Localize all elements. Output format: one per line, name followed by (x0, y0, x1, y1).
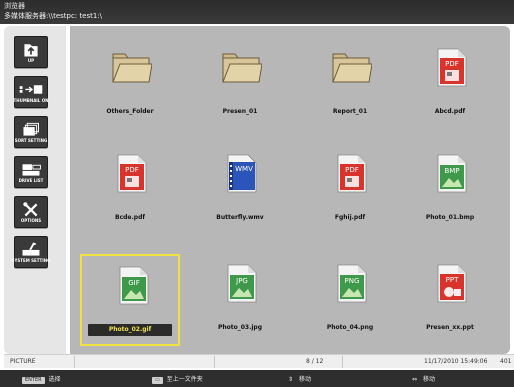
drive-list-button[interactable]: DRIVE LIST (14, 156, 48, 188)
image-file-icon: PNG (337, 264, 367, 303)
file-item[interactable]: PPT Presen_xx.ppt (400, 254, 500, 346)
file-name: Photo_02.gif (88, 324, 172, 336)
folder-icon (332, 53, 372, 83)
hint-select: ENTER 选择 (22, 374, 61, 384)
svg-text:PDF: PDF (445, 60, 459, 68)
file-name: Photo_01.bmp (425, 214, 475, 221)
system-setting-label: SYSTEM SETTING (11, 258, 51, 263)
system-setting-icon (22, 242, 40, 256)
hint-move-vertical: ⇕ 移动 (288, 374, 311, 383)
options-label: OPTIONS (20, 218, 42, 223)
file-item[interactable]: Others_Folder (80, 38, 180, 130)
file-item[interactable]: BMP Photo_01.bmp (400, 144, 500, 236)
file-name: Report_01 (332, 108, 368, 115)
svg-text:PPT: PPT (446, 276, 459, 284)
file-name: Photo_04.png (326, 324, 374, 331)
file-item[interactable]: JPG Photo_03.jpg (190, 254, 290, 346)
sort-icon (23, 122, 39, 136)
file-name: Abcd.pdf (434, 108, 466, 115)
status-bar: PICTURE 8 / 12 11/17/2010 15:49:06 401 (4, 354, 514, 368)
file-name: Butterfly.wmv (216, 214, 264, 221)
thumbnail-label: THUMBNAIL ON (13, 98, 49, 103)
file-name: Bcde.pdf (115, 214, 145, 221)
file-item[interactable]: Presen_01 (190, 38, 290, 130)
item-position: 8 / 12 (306, 358, 324, 365)
status-extra: 401 (500, 358, 512, 365)
file-item[interactable]: PDF Bcde.pdf (80, 144, 180, 236)
drive-list-icon (22, 164, 41, 176)
file-name: Photo_03.jpg (217, 324, 263, 331)
file-item[interactable]: PDF Fghij.pdf (300, 144, 400, 236)
status-divider (214, 356, 215, 368)
pdf-file-icon: PDF (117, 154, 147, 193)
hint-move-horizontal: ⇔ 移动 (412, 374, 435, 383)
svg-text:BMP: BMP (444, 167, 459, 175)
file-name: Presen_01 (222, 108, 258, 115)
folder-up-icon (24, 44, 38, 57)
up-button[interactable]: UP (14, 36, 48, 68)
sort-setting-label: SORT SETTING (14, 138, 48, 143)
file-item[interactable]: PDF Abcd.pdf (400, 38, 500, 130)
hint-text: 移动 (423, 376, 436, 383)
window-title: 浏览器 (4, 2, 25, 10)
hint-text: 选择 (48, 376, 61, 383)
pdf-file-icon: PDF (337, 154, 367, 193)
system-setting-button[interactable]: SYSTEM SETTING (12, 236, 50, 268)
options-button[interactable]: OPTIONS (14, 196, 48, 228)
file-item-selected[interactable]: GIF Photo_02.gif (80, 254, 180, 346)
hint-parent-folder: ▭ 至上一文件夹 (152, 374, 203, 384)
datetime: 11/17/2010 15:49:06 (424, 358, 488, 365)
current-path: 多媒体服务器:\\testpc: test1:\ (4, 12, 103, 20)
enter-key-icon: ENTER (22, 377, 45, 384)
svg-text:GIF: GIF (128, 279, 140, 287)
thumbnail-icon (19, 85, 43, 94)
thumbnail-button[interactable]: THUMBNAIL ON (14, 76, 48, 108)
svg-text:WMV: WMV (235, 165, 253, 173)
back-key-icon: ▭ (152, 377, 163, 384)
status-divider (74, 356, 75, 368)
file-item[interactable]: WMV Butterfly.wmv (190, 144, 290, 236)
file-item[interactable]: Report_01 (300, 38, 400, 130)
file-grid: Others_Folder Presen_01 Report_01 PDF Ab… (70, 26, 510, 354)
ppt-file-icon: PPT (437, 264, 467, 303)
file-name: Fghij.pdf (334, 214, 366, 221)
hint-text: 移动 (299, 376, 312, 383)
video-file-icon: WMV (227, 154, 257, 193)
svg-text:PDF: PDF (345, 166, 359, 174)
up-label: UP (27, 58, 35, 63)
hint-bar: ENTER 选择 ▭ 至上一文件夹 ⇕ 移动 ⇔ 移动 (0, 370, 514, 387)
title-bar: 浏览器 多媒体服务器:\\testpc: test1:\ (0, 0, 514, 24)
file-item[interactable]: PNG Photo_04.png (300, 254, 400, 346)
sort-setting-button[interactable]: SORT SETTING (14, 116, 48, 148)
image-file-icon: GIF (119, 266, 149, 305)
drive-list-label: DRIVE LIST (18, 178, 44, 183)
up-down-icon: ⇕ (288, 376, 294, 383)
pdf-file-icon: PDF (437, 48, 467, 87)
category-label: PICTURE (10, 358, 36, 365)
svg-text:JPG: JPG (235, 277, 248, 285)
folder-icon (112, 53, 152, 83)
status-divider (342, 356, 343, 368)
svg-text:PDF: PDF (125, 166, 139, 174)
image-file-icon: JPG (227, 264, 257, 303)
tools-icon (23, 202, 38, 217)
file-name: Others_Folder (106, 108, 154, 115)
image-file-icon: BMP (437, 154, 467, 193)
hint-text: 至上一文件夹 (166, 376, 203, 383)
svg-text:PNG: PNG (345, 277, 360, 285)
sidebar: UP THUMBNAIL ON SORT SETTING DRIVE LIST (4, 26, 66, 354)
left-right-icon: ⇔ (412, 376, 418, 383)
folder-icon (222, 53, 262, 83)
file-name: Presen_xx.ppt (426, 324, 474, 331)
